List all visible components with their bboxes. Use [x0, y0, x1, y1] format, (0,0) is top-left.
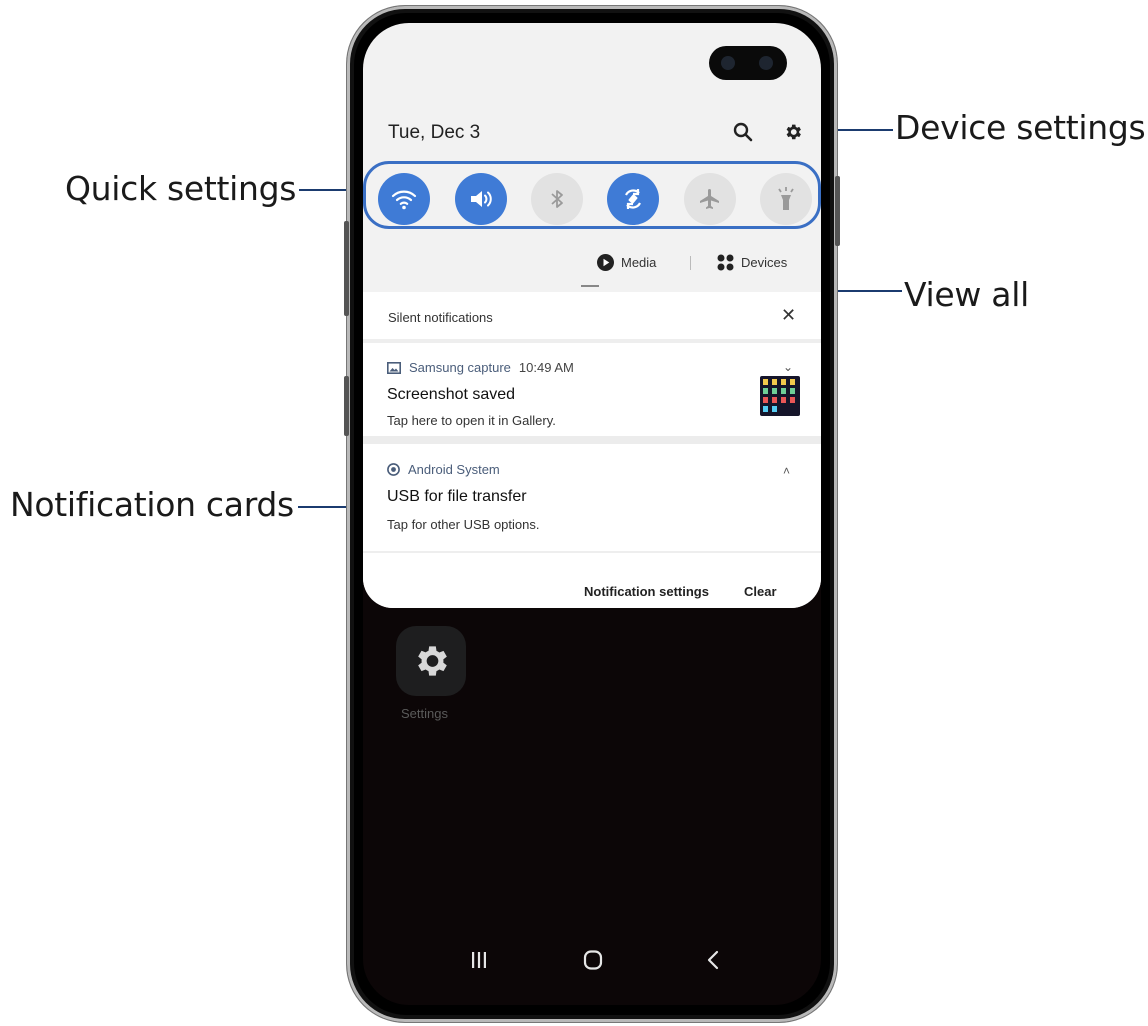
notification-body: Tap for other USB options. [387, 517, 540, 532]
notification-card-screenshot[interactable]: Samsung capture 10:49 AM ⌄ Screenshot sa… [363, 343, 821, 436]
date-label: Tue, Dec 3 [388, 122, 481, 143]
flashlight-icon [778, 187, 794, 210]
airplane-icon [700, 189, 719, 209]
phone-frame: Tue, Dec 3 Media Devices Silent notifica… [344, 6, 840, 1022]
media-button[interactable]: Media [597, 254, 656, 271]
screen: Tue, Dec 3 Media Devices Silent notifica… [363, 23, 821, 1005]
chevron-up-icon[interactable]: ˄ [783, 464, 790, 478]
divider [363, 551, 821, 553]
settings-app-icon[interactable] [396, 626, 466, 696]
navigation-bar [363, 915, 821, 1005]
camera-cutout [709, 46, 787, 80]
screenshot-thumbnail [760, 376, 800, 416]
devices-button[interactable]: Devices [717, 254, 787, 271]
recents-button[interactable] [459, 943, 499, 977]
image-icon [387, 361, 401, 374]
android-system-icon [387, 463, 400, 476]
notification-app-name: Samsung capture [409, 360, 511, 375]
notification-settings-button[interactable]: Notification settings [584, 584, 709, 599]
notification-title: Screenshot saved [387, 386, 516, 403]
bluetooth-toggle[interactable] [531, 173, 583, 225]
sound-toggle[interactable] [455, 173, 507, 225]
notification-app-line: Samsung capture 10:49 AM [387, 360, 574, 375]
callout-notification-cards: Notification cards [10, 485, 294, 524]
flashlight-toggle[interactable] [760, 173, 812, 225]
settings-app-label: Settings [401, 706, 448, 721]
divider [363, 436, 821, 444]
play-icon [597, 254, 614, 271]
back-icon [707, 950, 719, 970]
recents-icon [472, 952, 486, 968]
volume-key[interactable] [344, 221, 349, 316]
notification-body: Tap here to open it in Gallery. [387, 413, 556, 428]
home-button[interactable] [573, 943, 613, 977]
media-devices-separator [690, 256, 691, 270]
callout-view-all: View all [904, 275, 1029, 314]
close-icon[interactable]: ✕ [781, 305, 796, 326]
gear-icon[interactable] [780, 119, 806, 145]
callout-device-settings: Device settings [895, 108, 1146, 147]
power-key[interactable] [835, 176, 840, 246]
volume-icon [471, 191, 492, 207]
quick-settings-row [363, 173, 821, 233]
devices-grid-icon [717, 254, 734, 271]
clear-button[interactable]: Clear [744, 584, 777, 599]
devices-label: Devices [741, 255, 788, 270]
notification-app-line: Android System [387, 462, 500, 477]
media-label: Media [621, 255, 657, 270]
auto-rotate-toggle[interactable] [607, 173, 659, 225]
chevron-down-icon[interactable]: ⌄ [783, 360, 793, 374]
notification-time: 10:49 AM [518, 360, 574, 375]
rotate-icon [625, 189, 641, 209]
search-icon[interactable] [730, 119, 756, 145]
bluetooth-icon [551, 190, 563, 208]
view-all-handle[interactable] [581, 285, 599, 287]
notification-app-name: Android System [408, 462, 500, 477]
notification-card-usb[interactable]: Android System ˄ USB for file transfer T… [363, 444, 821, 554]
wifi-icon [391, 190, 417, 210]
airplane-toggle[interactable] [684, 173, 736, 225]
callout-quick-settings: Quick settings [65, 169, 297, 208]
home-icon [583, 950, 603, 970]
notification-title: USB for file transfer [387, 488, 527, 505]
wifi-toggle[interactable] [378, 173, 430, 225]
silent-notifications-title: Silent notifications [388, 310, 493, 325]
bixby-key[interactable] [344, 376, 349, 436]
gear-icon [418, 646, 447, 676]
back-button[interactable] [693, 943, 733, 977]
